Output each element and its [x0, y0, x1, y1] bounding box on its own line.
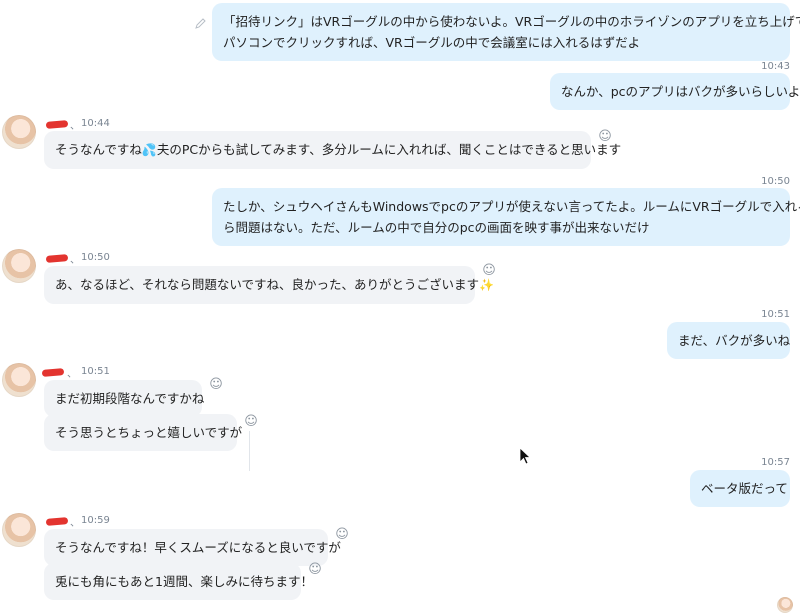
message-text: まだ、バクが多いね	[678, 333, 791, 348]
message-text: そうなんですね	[55, 142, 142, 157]
read-receipt-avatar	[777, 597, 793, 613]
thread-divider	[249, 431, 250, 471]
sender-separator: 、	[67, 369, 77, 380]
smiley-face-icon[interactable]: ☺	[244, 415, 258, 429]
avatar[interactable]	[2, 513, 36, 547]
redacted-sender-name	[45, 517, 69, 526]
sweat-drops-emoji: 💦	[141, 143, 157, 157]
smiley-face-icon[interactable]: ☺	[209, 378, 223, 392]
message-text-line: パソコンでクリックすれば、VRゴーグルの中で会議室には入れるはずだよ	[223, 35, 641, 50]
message-text: 兎にも角にもあと1週間、楽しみに待ちます！	[55, 574, 313, 589]
pencil-icon[interactable]	[193, 17, 207, 31]
message-text: そうなんですね！早くスムーズになると良いですが	[55, 540, 341, 555]
avatar[interactable]	[2, 115, 36, 149]
outgoing-message[interactable]: まだ、バクが多いね	[667, 322, 790, 359]
incoming-message[interactable]: まだ初期段階なんですかね	[44, 380, 205, 417]
redacted-sender-name	[45, 120, 69, 129]
message-text: そう思うとちょっと嬉しいですが	[55, 425, 243, 440]
timestamp: 10:51	[761, 309, 790, 320]
timestamp: 10:50	[81, 252, 110, 263]
message-text: まだ初期段階なんですかね	[55, 391, 205, 406]
sparkles-emoji: ✨	[479, 278, 494, 292]
timestamp: 10:44	[81, 118, 110, 129]
timestamp: 10:43	[761, 61, 790, 72]
incoming-message[interactable]: そうなんですね💦夫のPCからも試してみます、多分ルームに入れれば、聞くことはでき…	[44, 131, 621, 169]
sender-separator: 、	[70, 121, 80, 132]
sender-separator: 、	[70, 255, 80, 266]
smiley-face-icon[interactable]: ☺	[482, 264, 496, 278]
outgoing-message[interactable]: ベータ版だって	[690, 470, 790, 507]
message-text-line: ら問題はない。ただ、ルームの中で自分のpcの画面を映す事が出来ないだけ	[223, 220, 650, 235]
outgoing-message[interactable]: なんか、pcのアプリはバクが多いらしいよ	[550, 73, 800, 110]
smiley-face-icon[interactable]: ☺	[335, 528, 349, 542]
incoming-message[interactable]: そうなんですね！早くスムーズになると良いですが	[44, 529, 341, 566]
message-text: あ、なるほど、それなら問題ないですね、良かった、ありがとうございます	[55, 277, 480, 292]
outgoing-message[interactable]: たしか、シュウヘイさんもWindowsでpcのアプリが使えない言ってたよ。ルーム…	[212, 188, 800, 246]
redacted-sender-name	[45, 254, 69, 263]
incoming-message[interactable]: 兎にも角にもあと1週間、楽しみに待ちます！	[44, 563, 313, 600]
timestamp: 10:59	[81, 515, 110, 526]
avatar[interactable]	[2, 249, 36, 283]
incoming-message[interactable]: あ、なるほど、それなら問題ないですね、良かった、ありがとうございます✨	[44, 266, 494, 304]
smiley-face-icon[interactable]: ☺	[308, 563, 322, 577]
message-text: なんか、pcのアプリはバクが多いらしいよ	[561, 84, 800, 99]
timestamp: 10:50	[761, 176, 790, 187]
message-text: 夫のPCからも試してみます、多分ルームに入れれば、聞くことはできると思います	[156, 142, 622, 157]
avatar[interactable]	[2, 363, 36, 397]
message-text: ベータ版だって	[701, 481, 788, 496]
mouse-pointer	[519, 447, 532, 465]
timestamp: 10:51	[81, 366, 110, 377]
redacted-sender-name	[41, 368, 65, 377]
outgoing-message[interactable]: 「招待リンク」はVRゴーグルの中から使わないよ。VRゴーグルの中のホライゾンのア…	[212, 3, 800, 61]
timestamp: 10:57	[761, 457, 790, 468]
smiley-face-icon[interactable]: ☺	[598, 130, 612, 144]
sender-separator: 、	[70, 518, 80, 529]
message-text-line: 「招待リンク」はVRゴーグルの中から使わないよ。VRゴーグルの中のホライゾンのア…	[223, 14, 800, 29]
incoming-message[interactable]: そう思うとちょっと嬉しいですが	[44, 414, 242, 451]
message-text-line: たしか、シュウヘイさんもWindowsでpcのアプリが使えない言ってたよ。ルーム…	[223, 199, 800, 214]
